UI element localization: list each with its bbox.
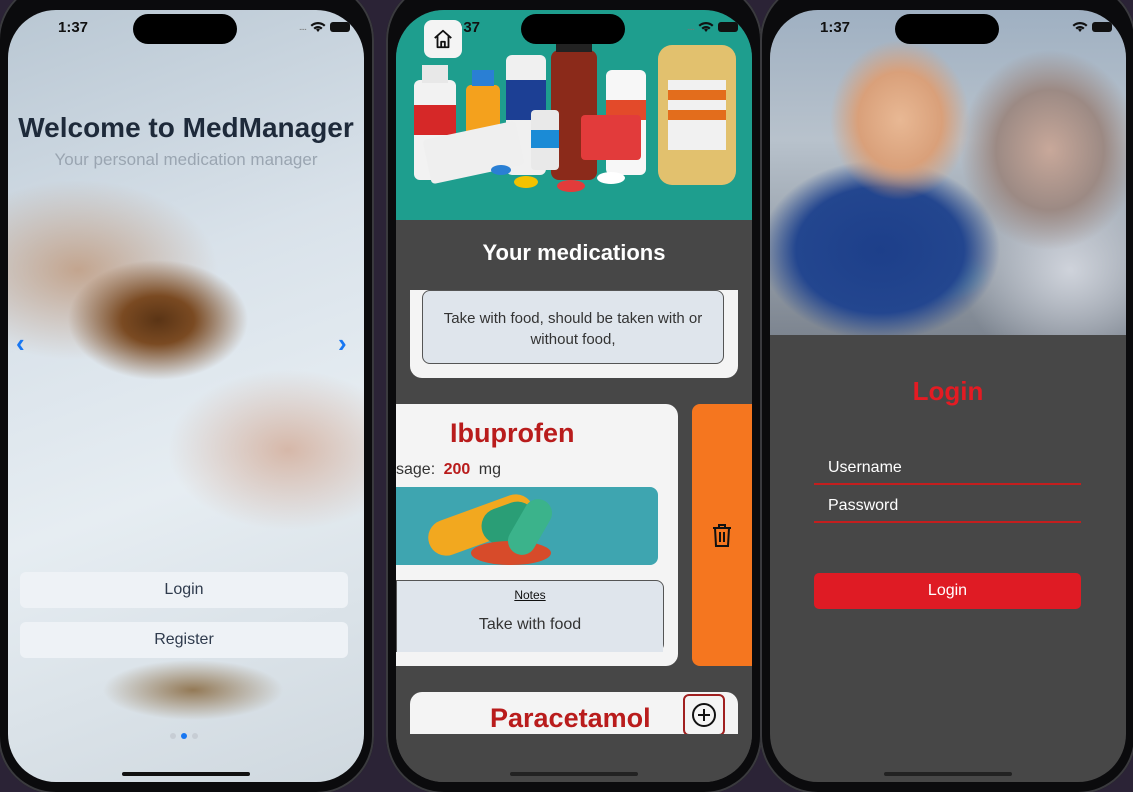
wifi-icon <box>1072 22 1088 32</box>
phone-welcome: 1:37 .... Welcome to MedManager Your per… <box>0 0 374 792</box>
status-time: 1:37 <box>58 19 89 36</box>
medication-card-partial[interactable]: Take with food, should be taken with or … <box>410 290 738 378</box>
notes-box: Notes Take with food <box>396 580 664 652</box>
home-icon <box>434 29 452 49</box>
login-screen: 1:37 Login Username Password Login <box>770 10 1126 782</box>
status-icons <box>1072 20 1112 34</box>
medication-name: Paracetamol <box>490 703 651 733</box>
wifi-icon <box>698 22 714 32</box>
battery-icon <box>718 22 738 32</box>
notes-label: Notes <box>514 588 546 602</box>
medication-image <box>396 487 658 565</box>
home-button[interactable] <box>424 20 462 58</box>
status-bar: 1:37 <box>770 10 1126 56</box>
notes-box: Take with food, should be taken with or … <box>422 290 724 364</box>
page-indicator[interactable] <box>170 733 198 739</box>
plus-circle-icon <box>692 703 716 727</box>
medication-card-ibuprofen[interactable]: Ibuprofen sage: 200 mg Notes Take with f… <box>396 404 678 666</box>
dynamic-island <box>133 14 237 44</box>
home-indicator[interactable] <box>510 772 638 776</box>
signal-icon: .... <box>298 21 307 33</box>
delete-button[interactable] <box>692 404 752 666</box>
carousel-prev-arrow[interactable]: ‹ <box>16 328 25 359</box>
page-dot[interactable] <box>192 733 198 739</box>
status-time: 1:37 <box>820 19 851 36</box>
dosage-unit: mg <box>478 461 501 478</box>
signal-icon: .... <box>686 21 695 33</box>
login-submit-button[interactable]: Login <box>814 573 1081 609</box>
notes-text: Take with food, should be taken with or … <box>443 310 703 348</box>
dosage-label: sage: <box>396 461 436 478</box>
medications-screen: 1:37 .... Your medications Take with foo… <box>396 10 752 782</box>
welcome-title: Welcome to MedManager <box>18 112 354 143</box>
home-indicator[interactable] <box>884 772 1012 776</box>
status-icons: .... <box>299 20 350 34</box>
username-field[interactable]: Username <box>814 453 1081 485</box>
home-indicator[interactable] <box>122 772 250 776</box>
medication-name: Ibuprofen <box>450 418 575 448</box>
register-button[interactable]: Register <box>20 622 348 658</box>
status-icons: .... <box>687 20 738 34</box>
login-button[interactable]: Login <box>20 572 348 608</box>
dynamic-island <box>895 14 999 44</box>
login-title: Login <box>912 376 984 406</box>
trash-icon <box>713 524 731 547</box>
carousel-next-arrow[interactable]: › <box>338 328 347 359</box>
page-dot-active[interactable] <box>181 733 187 739</box>
battery-icon <box>1092 22 1112 32</box>
page-dot[interactable] <box>170 733 176 739</box>
welcome-subtitle: Your personal medication manager <box>54 150 318 169</box>
dynamic-island <box>521 14 625 44</box>
phone-medications: 1:37 .... Your medications Take with foo… <box>386 0 762 792</box>
status-bar: 1:37 .... <box>8 10 364 56</box>
dosage-row: sage: 200 mg <box>396 461 501 479</box>
welcome-screen: 1:37 .... Welcome to MedManager Your per… <box>8 10 364 782</box>
phone-login: 1:37 Login Username Password Login <box>760 0 1133 792</box>
wifi-icon <box>310 22 326 32</box>
battery-icon <box>330 22 350 32</box>
password-field[interactable]: Password <box>814 491 1081 523</box>
caregiver-photo <box>770 10 1126 335</box>
notes-text: Take with food <box>478 616 582 633</box>
dosage-value: 200 <box>443 461 471 478</box>
medications-heading: Your medications <box>482 240 666 265</box>
add-medication-button[interactable] <box>683 694 725 736</box>
